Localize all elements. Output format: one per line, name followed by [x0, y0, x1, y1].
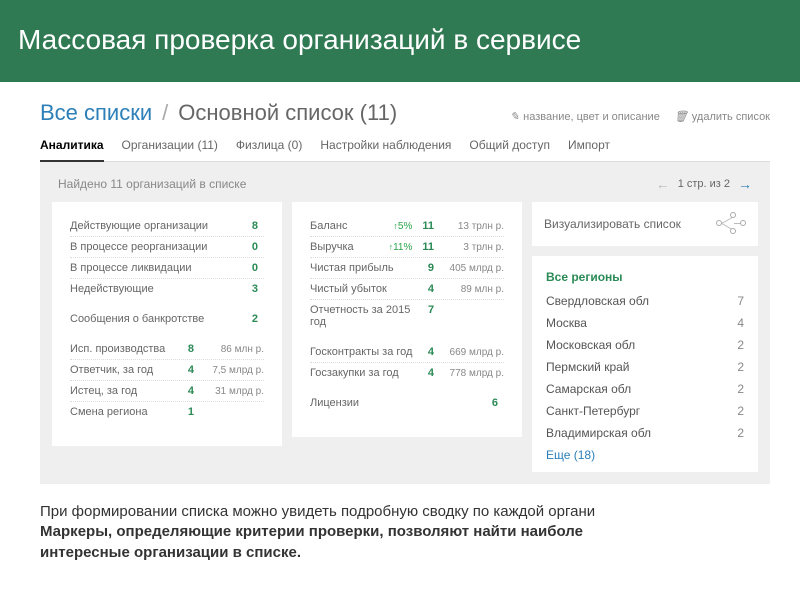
region-row[interactable]: Санкт-Петербург2 — [546, 400, 744, 422]
graph-icon — [716, 212, 746, 236]
finance-row[interactable]: Отчетность за 2015 год7 — [310, 300, 504, 332]
legal-group: Исп. производства886 млн р. Ответчик, за… — [70, 339, 264, 422]
finance-group: Баланс5%1113 трлн р. Выручка11%113 трлн … — [310, 216, 504, 332]
hero-banner: Массовая проверка организаций в сервисе — [0, 0, 800, 82]
pager: ← 1 стр. из 2 → — [656, 176, 752, 192]
status-row[interactable]: Действующие организации8 — [70, 216, 264, 237]
pencil-icon — [510, 110, 519, 123]
status-group: Действующие организации8 В процессе реор… — [70, 216, 264, 299]
breadcrumb-sep: / — [162, 100, 168, 126]
footnote-line1: При формировании списка можно увидеть по… — [40, 502, 774, 522]
region-row[interactable]: Владимирская обл2 — [546, 422, 744, 444]
pager-label: 1 стр. из 2 — [678, 178, 730, 190]
edit-list-label: название, цвет и описание — [523, 111, 660, 123]
finance-row[interactable]: Выручка11%113 трлн р. — [310, 237, 504, 258]
edit-list-button[interactable]: название, цвет и описание — [510, 110, 660, 123]
bankruptcy-group: Сообщения о банкротстве2 — [70, 309, 264, 329]
bankruptcy-row[interactable]: Сообщения о банкротстве2 — [70, 309, 264, 329]
region-row[interactable]: Пермский край2 — [546, 356, 744, 378]
footnote-line2: Маркеры, определяющие критерии проверки,… — [40, 522, 774, 542]
gov-row[interactable]: Госзакупки за год4778 млрд р. — [310, 363, 504, 383]
status-row[interactable]: В процессе ликвидации0 — [70, 258, 264, 279]
delete-list-label: удалить список — [692, 111, 770, 123]
tab-import[interactable]: Импорт — [568, 132, 610, 161]
tab-watch[interactable]: Настройки наблюдения — [320, 132, 451, 161]
pager-prev[interactable]: ← — [656, 176, 670, 192]
lic-group: Лицензии6 — [310, 393, 504, 413]
legal-row[interactable]: Истец, за год431 млрд р. — [70, 381, 264, 402]
legal-row[interactable]: Ответчик, за год47,5 млрд р. — [70, 360, 264, 381]
finance-row[interactable]: Чистая прибыль9405 млрд р. — [310, 258, 504, 279]
right-column: Визуализировать список Все регионы Сверд… — [532, 202, 758, 472]
delete-list-button[interactable]: удалить список — [674, 110, 770, 123]
columns: Действующие организации8 В процессе реор… — [52, 202, 758, 472]
finance-row[interactable]: Баланс5%1113 трлн р. — [310, 216, 504, 237]
breadcrumb-tools: название, цвет и описание удалить список — [510, 110, 770, 123]
region-row[interactable]: Москва4 — [546, 312, 744, 334]
regions-card: Все регионы Свердловская обл7 Москва4 Мо… — [532, 256, 758, 472]
status-row[interactable]: В процессе реорганизации0 — [70, 237, 264, 258]
tab-orgs[interactable]: Организации (11) — [122, 132, 218, 161]
pager-next[interactable]: → — [738, 176, 752, 192]
finder-bar: Найдено 11 организаций в списке ← 1 стр.… — [52, 172, 758, 202]
page: Все списки / Основной список (11) назван… — [0, 82, 800, 484]
tab-share[interactable]: Общий доступ — [469, 132, 550, 161]
footnote: При формировании списка можно увидеть по… — [0, 484, 800, 573]
footnote-line3: интересные организации в списке. — [40, 543, 774, 563]
mid-card: Баланс5%1113 трлн р. Выручка11%113 трлн … — [292, 202, 522, 437]
breadcrumb-root[interactable]: Все списки — [40, 100, 152, 126]
regions-more[interactable]: Еще (18) — [546, 444, 744, 462]
legal-row[interactable]: Исп. производства886 млн р. — [70, 339, 264, 360]
left-card: Действующие организации8 В процессе реор… — [52, 202, 282, 446]
finance-row[interactable]: Чистый убыток489 млн р. — [310, 279, 504, 300]
tab-analytics[interactable]: Аналитика — [40, 132, 104, 162]
status-row[interactable]: Недействующие3 — [70, 279, 264, 299]
lic-row[interactable]: Лицензии6 — [310, 393, 504, 413]
tabs: Аналитика Организации (11) Физлица (0) Н… — [40, 132, 770, 162]
hero-title: Массовая проверка организаций в сервисе — [18, 24, 581, 55]
breadcrumb: Все списки / Основной список (11) назван… — [40, 100, 770, 126]
region-row[interactable]: Московская обл2 — [546, 334, 744, 356]
visualize-label: Визуализировать список — [544, 217, 681, 231]
visualize-button[interactable]: Визуализировать список — [532, 202, 758, 246]
regions-title[interactable]: Все регионы — [546, 266, 744, 290]
gov-row[interactable]: Госконтракты за год4669 млрд р. — [310, 342, 504, 363]
region-row[interactable]: Свердловская обл7 — [546, 290, 744, 312]
gov-group: Госконтракты за год4669 млрд р. Госзакуп… — [310, 342, 504, 383]
tab-persons[interactable]: Физлица (0) — [236, 132, 302, 161]
breadcrumb-title: Основной список (11) — [178, 100, 397, 126]
finder-text: Найдено 11 организаций в списке — [58, 177, 246, 191]
region-row[interactable]: Самарская обл2 — [546, 378, 744, 400]
content-area: Найдено 11 организаций в списке ← 1 стр.… — [40, 162, 770, 484]
legal-row[interactable]: Смена региона1 — [70, 402, 264, 422]
trash-icon — [674, 110, 688, 123]
